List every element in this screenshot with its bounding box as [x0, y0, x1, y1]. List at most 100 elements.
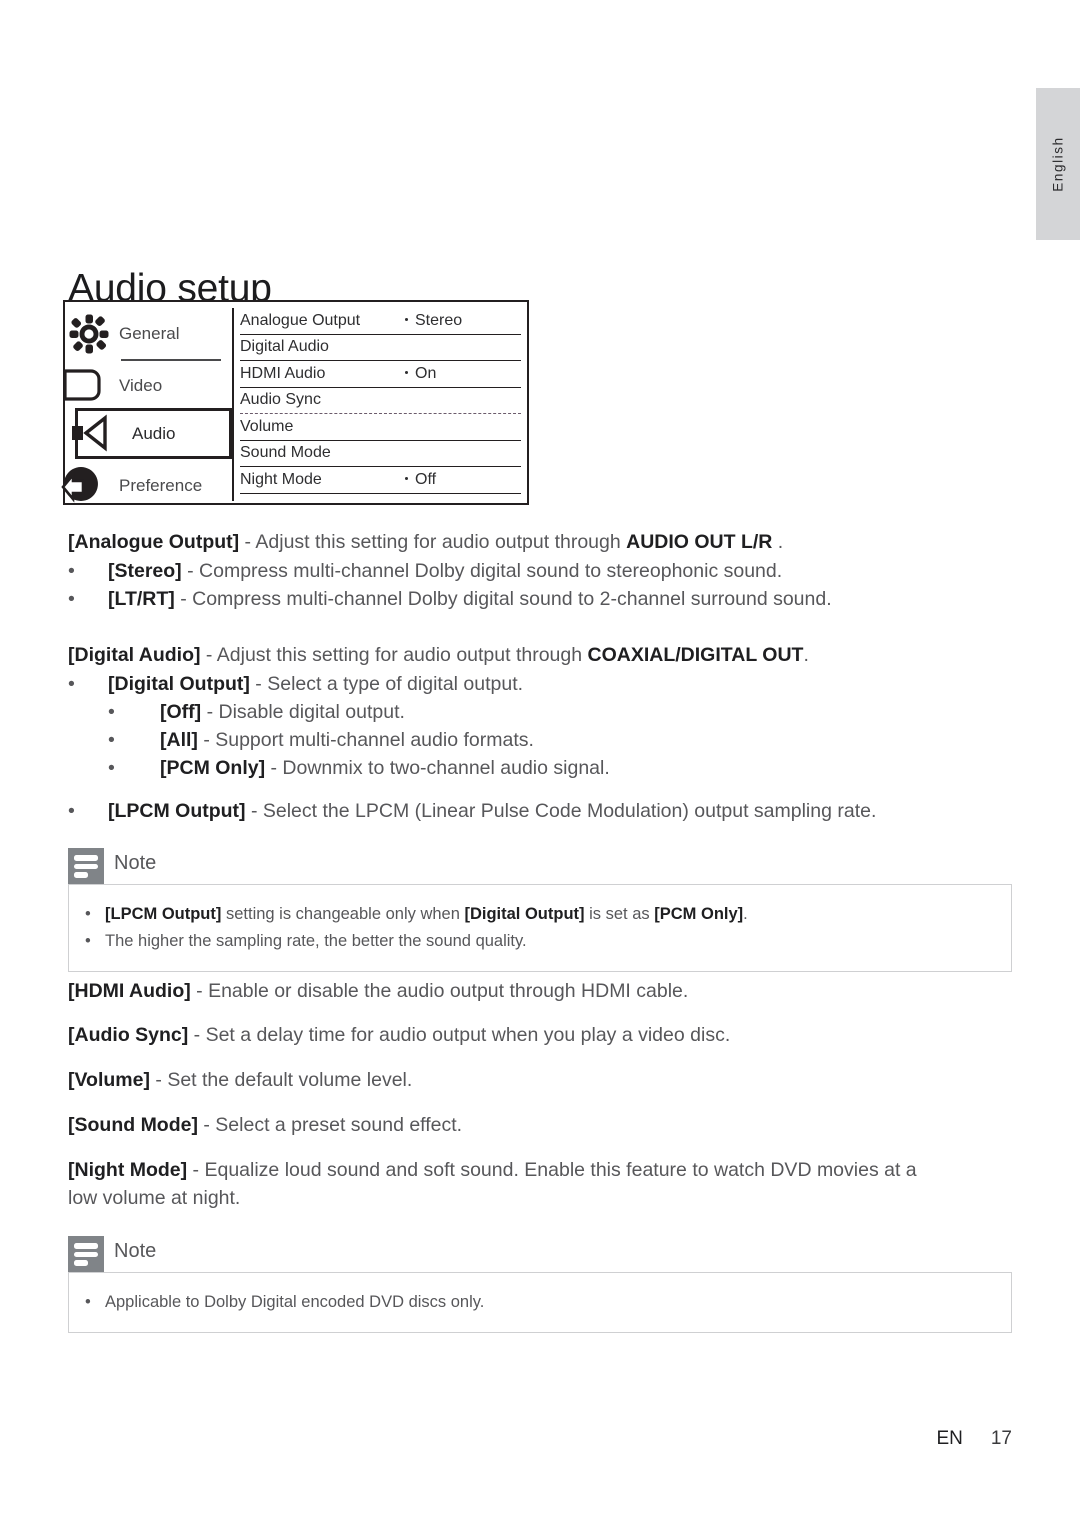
note-title: Note [114, 1240, 157, 1262]
note-body: • [LPCM Output] setting is changeable on… [68, 884, 1012, 972]
note-icon [68, 848, 104, 884]
menu-category-audio[interactable]: Audio [72, 408, 232, 459]
menu-category-video[interactable]: Video [63, 360, 232, 411]
bullet-pcm-only: • [PCM Only] - Downmix to two-channel au… [68, 754, 610, 782]
paragraph-analogue-output: [Analogue Output] - Adjust this setting … [68, 528, 783, 556]
page-footer: EN 17 [0, 1428, 1012, 1450]
setup-menu-figure: General Video Audio Preference Analogue … [61, 300, 529, 505]
preference-icon [61, 460, 115, 511]
note-block-2: Note • Applicable to Dolby Digital encod… [68, 1236, 1012, 1333]
desc-text: - Compress multi-channel Dolby digital s… [181, 560, 783, 582]
bullet-dot-icon [405, 477, 408, 481]
bullet-dot-icon: • [68, 800, 75, 822]
bullet-digital-output: • [Digital Output] - Select a type of di… [68, 670, 523, 698]
bullet-dot-icon: • [85, 905, 91, 923]
menu-category-label: General [119, 323, 180, 343]
desc-text: - Set the default volume level. [149, 1069, 413, 1091]
term-pcm-only: [PCM Only] [160, 757, 266, 779]
term-digital-audio: [Digital Audio] [68, 644, 201, 666]
menu-column-divider [232, 308, 234, 501]
paragraph-night-mode: [Night Mode] - Equalize loud sound and s… [68, 1156, 917, 1184]
menu-row-digital-audio[interactable]: Digital Audio [240, 335, 521, 361]
menu-row-volume[interactable]: Volume [240, 414, 521, 441]
menu-category-label: Preference [119, 475, 203, 495]
menu-row-name: Night Mode [240, 470, 322, 488]
menu-row-value-text: On [415, 364, 437, 382]
term-sound-mode: [Sound Mode] [68, 1114, 198, 1136]
menu-row-value: Stereo [405, 312, 462, 330]
menu-row-value-text: Stereo [415, 311, 463, 329]
setup-menu-categories: General Video Audio Preference [61, 302, 232, 503]
term-ltrt: [LT/RT] [108, 588, 175, 610]
menu-row-hdmi-audio[interactable]: HDMI Audio On [240, 361, 521, 388]
bullet-lpcm-output: • [LPCM Output] - Select the LPCM (Linea… [68, 797, 876, 825]
bullet-dot-icon: • [85, 1293, 91, 1311]
desc-text: - Compress multi-channel Dolby digital s… [174, 588, 832, 610]
bullet-dot-icon: • [108, 729, 115, 751]
paragraph-audio-sync: [Audio Sync] - Set a delay time for audi… [68, 1021, 730, 1049]
menu-row-name: Audio Sync [240, 391, 321, 409]
desc-text: is set as [584, 905, 655, 923]
desc-text: - Disable digital output. [201, 701, 405, 723]
bullet-dot-icon [405, 318, 408, 322]
term-digital-output: [Digital Output] [108, 673, 250, 695]
paragraph-digital-audio: [Digital Audio] - Adjust this setting fo… [68, 641, 809, 669]
note-title: Note [114, 852, 157, 874]
term-audio-sync: [Audio Sync] [68, 1024, 189, 1046]
desc-text: . [772, 531, 784, 553]
desc-text: - Select a preset sound effect. [197, 1114, 463, 1136]
bullet-stereo: • [Stereo] - Compress multi-channel Dolb… [68, 557, 782, 585]
menu-row-value: On [405, 365, 436, 383]
term-all: [All] [160, 729, 198, 751]
paragraph-volume: [Volume] - Set the default volume level. [68, 1066, 412, 1094]
note-line: • [LPCM Output] setting is changeable on… [69, 901, 1011, 928]
term-pcm-only: [PCM Only] [654, 905, 744, 923]
note-line: • Applicable to Dolby Digital encoded DV… [69, 1289, 1011, 1316]
bullet-dot-icon: • [85, 932, 91, 950]
desc-text: - Downmix to two-channel audio signal. [265, 757, 610, 779]
menu-category-preference[interactable]: Preference [61, 460, 232, 511]
term-lpcm-output: [LPCM Output] [108, 800, 246, 822]
bullet-dot-icon: • [108, 757, 115, 779]
language-tab: English [1036, 88, 1080, 240]
menu-category-label: Audio [132, 423, 176, 443]
menu-category-general[interactable]: General [65, 308, 232, 359]
bullet-all: • [All] - Support multi-channel audio fo… [68, 726, 534, 754]
note-header: Note [68, 1236, 1012, 1272]
monitor-icon [63, 360, 115, 411]
menu-row-audio-sync[interactable]: Audio Sync [240, 388, 521, 414]
paragraph-hdmi-audio: [HDMI Audio] - Enable or disable the aud… [68, 977, 688, 1005]
desc-text: . [743, 905, 748, 923]
desc-text: - Set a delay time for audio output when… [188, 1024, 731, 1046]
note-body: • Applicable to Dolby Digital encoded DV… [68, 1272, 1012, 1333]
term-night-mode: [Night Mode] [68, 1159, 188, 1181]
note-icon [68, 1236, 104, 1272]
paragraph-night-mode-line2: low volume at night. [68, 1184, 240, 1212]
menu-row-name: Analogue Output [240, 311, 361, 329]
term-volume: [Volume] [68, 1069, 150, 1091]
menu-row-value: Off [405, 471, 436, 489]
menu-row-name: HDMI Audio [240, 364, 326, 382]
menu-row-night-mode[interactable]: Night Mode Off [240, 467, 521, 494]
language-tab-label: English [1050, 136, 1066, 192]
desc-text: low volume at night. [68, 1187, 241, 1209]
desc-text: - Support multi-channel audio formats. [197, 729, 534, 751]
desc-text: - Select a type of digital output. [249, 673, 524, 695]
term-off: [Off] [160, 701, 202, 723]
menu-row-sound-mode[interactable]: Sound Mode [240, 441, 521, 467]
bullet-ltrt: • [LT/RT] - Compress multi-channel Dolby… [68, 585, 832, 613]
setup-menu-rows: Analogue Output Stereo Digital Audio HDM… [240, 308, 521, 514]
desc-text: - Adjust this setting for audio output t… [200, 644, 588, 666]
term-hdmi-audio: [HDMI Audio] [68, 980, 191, 1002]
paragraph-sound-mode: [Sound Mode] - Select a preset sound eff… [68, 1111, 462, 1139]
bullet-off: • [Off] - Disable digital output. [68, 698, 405, 726]
term-stereo: [Stereo] [108, 560, 182, 582]
desc-text: . [803, 644, 809, 666]
footer-page-number: 17 [990, 1428, 1012, 1449]
emphasis-coaxial-digital-out: COAXIAL/DIGITAL OUT [587, 644, 804, 666]
desc-text: - Adjust this setting for audio output t… [239, 531, 627, 553]
bullet-dot-icon: • [68, 560, 75, 582]
desc-text: - Enable or disable the audio output thr… [190, 980, 689, 1002]
menu-row-analogue-output[interactable]: Analogue Output Stereo [240, 308, 521, 335]
desc-text: - Equalize loud sound and soft sound. En… [187, 1159, 917, 1181]
